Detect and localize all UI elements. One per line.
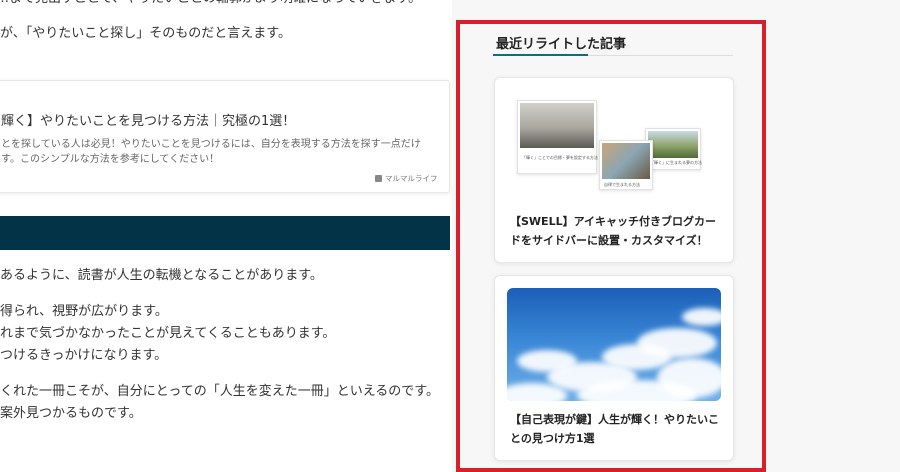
section-heading-bar <box>0 216 450 250</box>
embedded-blog-card[interactable]: 輝く】やりたいことを見つける方法｜究極の1選！ とを探している人は必見！やりたい… <box>0 80 450 193</box>
paragraph-line: あるように、読書が人生の転機となることがあります。 <box>0 268 323 283</box>
thumbnail-photo: 「輝く」ことでの目標・夢を設定する方法 <box>517 100 598 174</box>
card-thumbnail: 「輝く」ことでの目標・夢を設定する方法 「輝く」に生まれる夢の方法 自律で生まれ… <box>517 100 703 192</box>
widget-title: 最近リライトした記事 <box>496 37 627 52</box>
paragraph-line: くれた一冊こそが、自分にとっての「人生を変えた一冊」といえるのです。 <box>0 384 440 399</box>
paragraph-line: が、「やりたいこと探し」そのものだと言えます。 <box>0 26 291 41</box>
card-thumbnail <box>507 288 721 401</box>
blog-card-excerpt: とを探している人は必見！やりたいことを見つけるには、自分を表現する方法を探す一点… <box>1 139 421 165</box>
paragraph-line: 案外見つかるものです。 <box>0 406 142 421</box>
sidebar-recent-rewrites-widget: 最近リライトした記事 「輝く」ことでの目標・夢を設定する方法 「輝く」に生まれる… <box>456 20 766 472</box>
card-title[interactable]: 【SWELL】アイキャッチ付きブログカー ドをサイドバーに設置・カスタマイズ！ <box>510 212 716 250</box>
thumbnail-photo: 「輝く」に生まれる夢の方法 <box>645 128 702 170</box>
article-card-self-expression[interactable]: 【自己表現が鍵】人生が輝く！やりたいこ との見つけ方1選 <box>494 275 734 461</box>
paragraph-line: つけるきっかけになります。 <box>0 348 168 363</box>
blog-card-site: マルマルライフ <box>375 173 438 184</box>
card-title[interactable]: 【自己表現が鍵】人生が輝く！やりたいこ との見つけ方1選 <box>510 410 719 448</box>
blog-card-title: 輝く】やりたいことを見つける方法｜究極の1選！ <box>1 114 296 129</box>
widget-title-accent <box>493 54 588 56</box>
paragraph-line: …まで見出すことで、やりたいことの輪郭がより明確になっていきます。 <box>0 0 421 8</box>
article-content: …まで見出すことで、やりたいことの輪郭がより明確になっていきます。 が、「やりた… <box>0 0 452 472</box>
paragraph-line: れまで気づかなかったことが見えてくることもあります。 <box>0 326 336 341</box>
article-card-swell[interactable]: 「輝く」ことでの目標・夢を設定する方法 「輝く」に生まれる夢の方法 自律で生まれ… <box>494 77 734 263</box>
paragraph-line: 得られ、視野が広がります。 <box>0 304 168 319</box>
site-favicon-icon <box>375 175 382 182</box>
thumbnail-photo: 自律で生まれる方法 <box>599 140 653 190</box>
